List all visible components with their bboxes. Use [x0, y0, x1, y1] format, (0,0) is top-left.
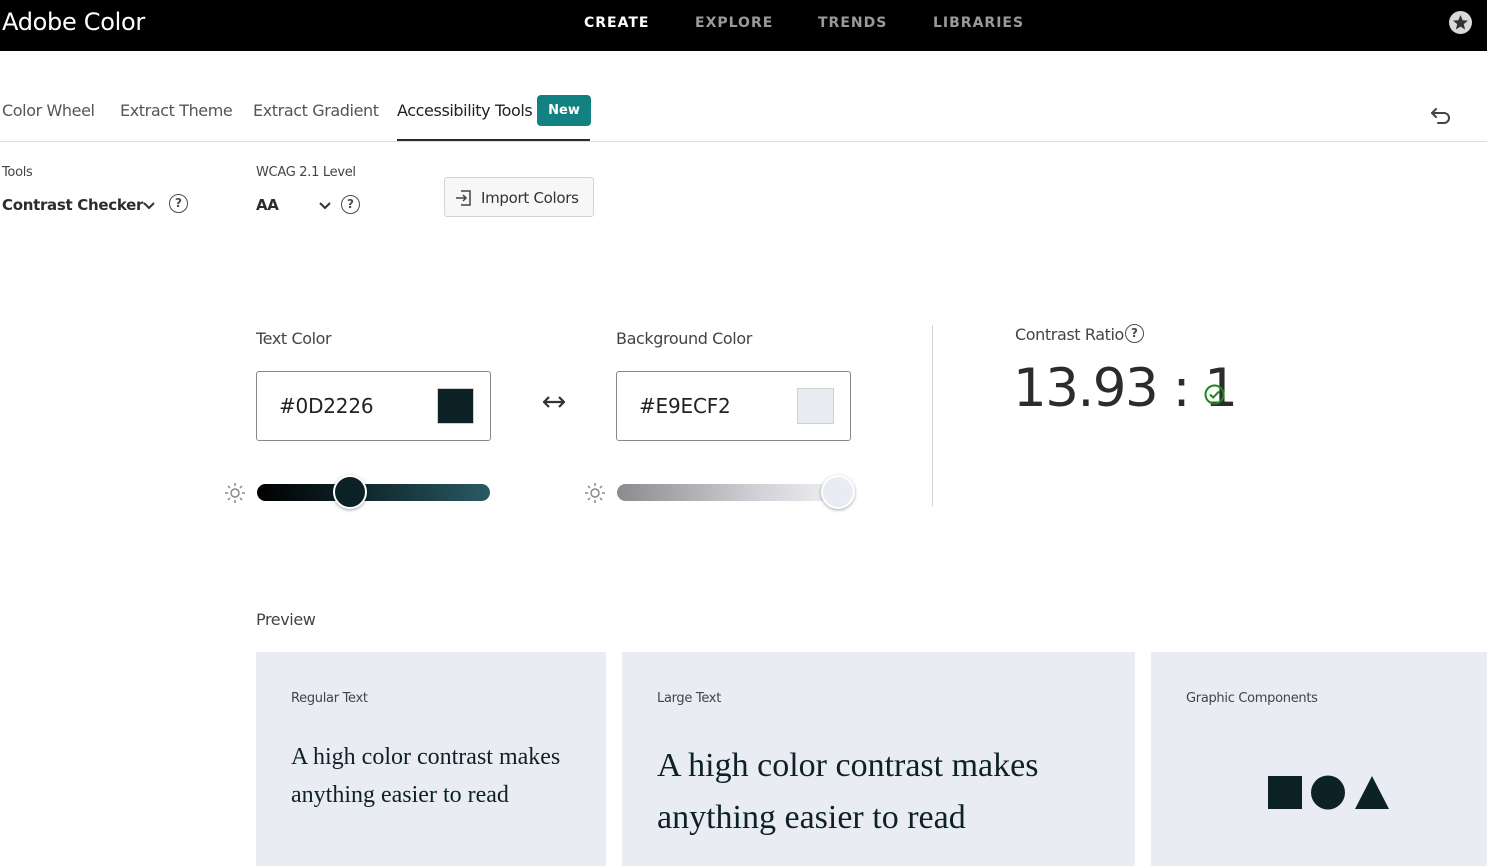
text-color-swatch[interactable] — [437, 388, 474, 424]
tools-help-icon[interactable]: ? — [169, 194, 188, 213]
circle-icon — [1311, 775, 1345, 810]
section-divider — [932, 325, 933, 506]
import-colors-button[interactable]: Import Colors — [444, 177, 594, 217]
regular-text-card: Regular Text A high color contrast makes… — [256, 652, 606, 866]
user-avatar-icon[interactable] — [1449, 11, 1472, 34]
regular-text-sample: A high color contrast makes anything eas… — [291, 744, 561, 808]
preview-label: Preview — [256, 610, 316, 629]
import-colors-label: Import Colors — [481, 189, 579, 207]
triangle-icon — [1355, 776, 1389, 809]
square-icon — [1268, 776, 1302, 809]
background-brightness-slider-thumb[interactable] — [821, 475, 856, 509]
tab-color-wheel[interactable]: Color Wheel — [2, 101, 95, 120]
graphic-components-card: Graphic Components — [1151, 652, 1487, 866]
sample-shapes — [1267, 775, 1391, 815]
import-icon — [456, 190, 471, 206]
wcag-help-icon[interactable]: ? — [341, 195, 360, 214]
contrast-ratio-value: 13.93 : 1 — [1013, 358, 1238, 419]
background-color-field[interactable]: #E9ECF2 — [616, 371, 851, 441]
card-title: Graphic Components — [1186, 691, 1318, 706]
brightness-icon — [224, 482, 246, 509]
wcag-label: WCAG 2.1 Level — [256, 165, 356, 180]
background-brightness-slider[interactable] — [617, 484, 850, 501]
background-color-swatch[interactable] — [797, 388, 834, 424]
tab-extract-theme[interactable]: Extract Theme — [120, 101, 233, 120]
text-color-field[interactable]: #0D2226 — [256, 371, 491, 441]
nav-trends[interactable]: TRENDS — [818, 15, 887, 31]
wcag-select[interactable]: AA — [256, 196, 279, 214]
card-title: Regular Text — [291, 691, 368, 706]
contrast-ratio-label: Contrast Ratio — [1015, 325, 1124, 344]
undo-icon[interactable] — [1430, 106, 1452, 131]
chevron-down-icon[interactable] — [142, 198, 156, 216]
swap-colors-icon[interactable] — [541, 393, 567, 416]
text-color-hex[interactable]: #0D2226 — [279, 394, 374, 418]
tools-select[interactable]: Contrast Checker — [2, 196, 143, 214]
card-title: Large Text — [657, 691, 721, 706]
app-logo[interactable]: Adobe Color — [2, 8, 145, 36]
background-color-hex[interactable]: #E9ECF2 — [639, 394, 731, 418]
large-text-sample: A high color contrast makes anything eas… — [657, 747, 1039, 836]
top-nav-bar: Adobe Color CREATE EXPLORE TRENDS LIBRAR… — [0, 0, 1487, 51]
brightness-icon — [584, 482, 606, 509]
text-brightness-slider[interactable] — [257, 484, 490, 501]
tab-accessibility-tools[interactable]: Accessibility Tools — [397, 101, 533, 120]
contrast-help-icon[interactable]: ? — [1125, 324, 1144, 343]
chevron-down-icon[interactable] — [318, 198, 332, 216]
nav-libraries[interactable]: LIBRARIES — [933, 15, 1024, 31]
background-color-label: Background Color — [616, 329, 752, 348]
nav-create[interactable]: CREATE — [584, 15, 649, 31]
tools-label: Tools — [2, 165, 33, 180]
nav-explore[interactable]: EXPLORE — [695, 15, 773, 31]
tab-extract-gradient[interactable]: Extract Gradient — [253, 101, 379, 120]
new-badge: New — [537, 95, 591, 126]
text-brightness-slider-thumb[interactable] — [333, 475, 368, 509]
large-text-card: Large Text A high color contrast makes a… — [622, 652, 1135, 866]
tabs-divider — [0, 141, 1487, 142]
text-color-label: Text Color — [256, 329, 332, 348]
check-circle-icon — [1204, 384, 1225, 410]
